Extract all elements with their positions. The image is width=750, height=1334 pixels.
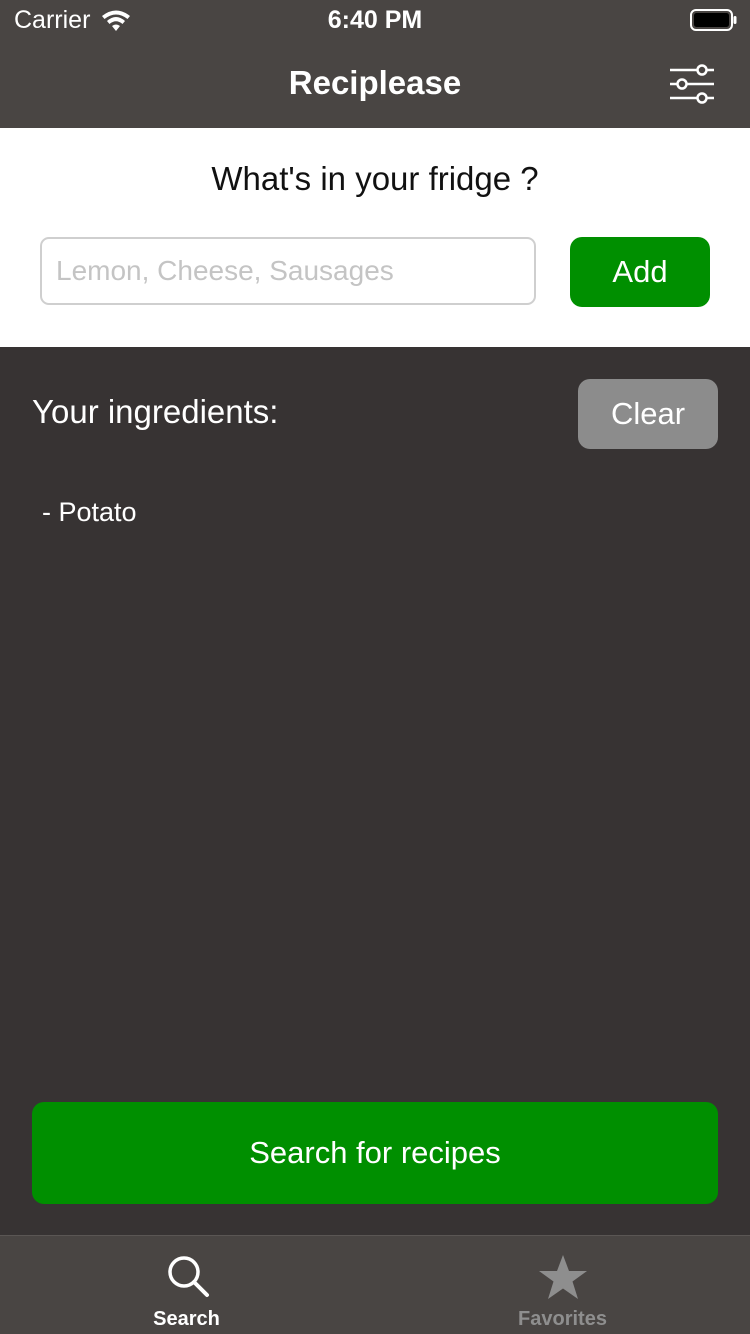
magnifier-icon bbox=[168, 1256, 209, 1297]
tab-label-favorites: Favorites bbox=[518, 1308, 607, 1330]
fridge-question: What's in your fridge ? bbox=[211, 160, 539, 197]
clear-button[interactable]: Clear bbox=[578, 379, 718, 449]
ingredient-input-panel: What's in your fridge ? Add bbox=[0, 128, 750, 347]
page-title: Reciplease bbox=[288, 64, 462, 101]
ingredient-input[interactable] bbox=[40, 237, 536, 305]
ingredient-list: - Potato bbox=[42, 494, 137, 530]
tab-label-search: Search bbox=[153, 1308, 220, 1330]
status-time: 6:40 PM bbox=[327, 6, 423, 34]
star-icon bbox=[539, 1255, 587, 1299]
ingredients-heading: Your ingredients: bbox=[32, 393, 279, 430]
filter-button[interactable] bbox=[664, 60, 720, 108]
tab-favorites[interactable]: Favorites bbox=[375, 1236, 750, 1334]
search-recipes-button[interactable]: Search for recipes bbox=[32, 1102, 718, 1204]
navigation-bar: Carrier 6:40 PM Reciplease bbox=[0, 0, 750, 128]
battery-icon bbox=[690, 9, 737, 31]
tab-search[interactable]: Search bbox=[0, 1236, 375, 1334]
recipe-search-screen: Carrier 6:40 PM Reciplease What's in you… bbox=[0, 0, 750, 1334]
tab-bar: Search Favorites bbox=[0, 1235, 750, 1334]
sliders-icon bbox=[670, 64, 714, 104]
add-button[interactable]: Add bbox=[570, 237, 710, 307]
list-item: - Potato bbox=[42, 497, 137, 527]
